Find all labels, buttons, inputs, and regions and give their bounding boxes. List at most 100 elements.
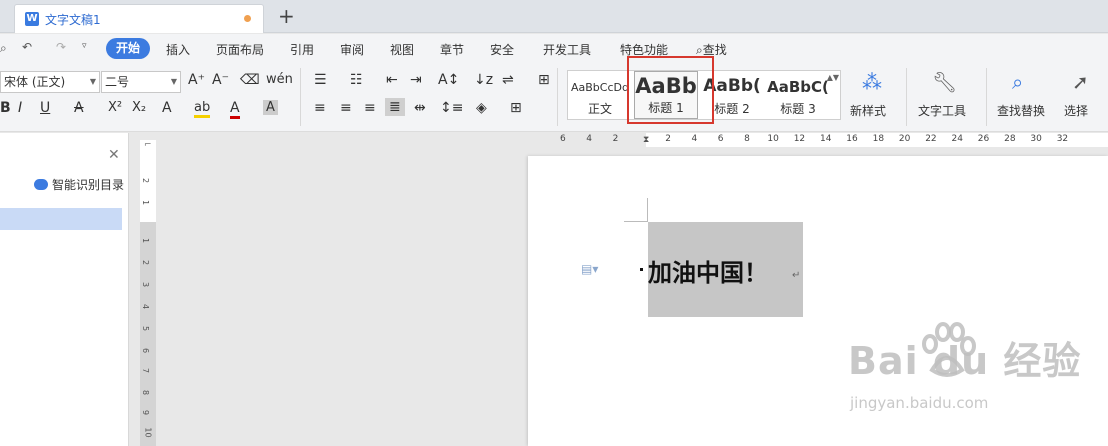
ruler-tick: 2 [612, 134, 619, 144]
highlight-icon[interactable]: ab [194, 100, 211, 118]
ruler-tick: 2 [141, 259, 151, 266]
search-icon: ⌕ [696, 43, 703, 57]
ruler-tick: 3 [141, 281, 151, 288]
style-normal[interactable]: AaBbCcDd 正文 [568, 71, 632, 119]
margin-corner-mark [647, 198, 648, 222]
document-tab[interactable]: W 文字文稿1 [14, 4, 264, 33]
chevron-down-icon: ▼ [170, 77, 177, 86]
new-tab-button[interactable]: + [278, 4, 295, 28]
ruler-tick: 30 [1030, 134, 1042, 144]
superscript-icon[interactable]: X² [108, 100, 122, 115]
tab-stop-icon[interactable]: ⌐ [144, 140, 152, 150]
phonetic-guide-icon[interactable]: wén [266, 72, 293, 87]
tab-bar: W 文字文稿1 + [0, 0, 1108, 33]
ruler-tick: 1 [141, 237, 151, 244]
find-replace-icon[interactable]: ⌕ [1012, 70, 1023, 94]
shrink-font-icon[interactable]: A⁻ [212, 72, 229, 88]
nav-selected-item[interactable] [0, 208, 122, 230]
ruler-tick: 4 [586, 134, 593, 144]
watermark-url: jingyan.baidu.com [850, 394, 989, 412]
text-effect-icon[interactable]: A [162, 100, 172, 116]
subscript-icon[interactable]: X₂ [132, 100, 146, 115]
ruler-tick: 24 [951, 134, 963, 144]
menu-review[interactable]: 审阅 [340, 41, 364, 58]
menu-insert[interactable]: 插入 [166, 41, 190, 58]
ruler-tick: 10 [143, 427, 153, 438]
char-shading-icon[interactable]: A [263, 100, 278, 115]
style-label: 正文 [587, 102, 612, 116]
ruler-tick: 4 [141, 303, 151, 310]
shading-icon[interactable]: ◈ [476, 100, 487, 116]
ruler-tick: 4 [691, 134, 698, 144]
style-label: 标题 3 [780, 102, 816, 116]
numbered-list-icon[interactable]: ☷ [350, 72, 363, 88]
italic-icon[interactable]: I [18, 100, 22, 116]
divider [986, 68, 987, 126]
quick-access-dropdown-icon[interactable]: ▿ [82, 41, 87, 51]
show-marks-icon[interactable]: ⊞ [538, 72, 550, 88]
style-heading-3[interactable]: AaBbC( 标题 3 [766, 71, 830, 119]
menu-view[interactable]: 视图 [390, 41, 414, 58]
cursor-icon[interactable]: ➚ [1072, 70, 1089, 94]
ruler-tick: 12 [793, 134, 806, 144]
find-replace-button[interactable]: 查找替换 [997, 102, 1045, 119]
gallery-scroll-icon[interactable]: ▲▼ [827, 73, 839, 82]
sort-icon[interactable]: ↓z [474, 72, 493, 88]
ruler-tick: 5 [141, 325, 151, 332]
ruler-tick: 18 [872, 134, 885, 144]
decrease-indent-icon[interactable]: ⇤ [386, 72, 398, 88]
font-name-value: 宋体 (正文) [4, 75, 66, 89]
strikethrough-icon[interactable]: A [74, 100, 84, 116]
wrench-icon[interactable]: 🔧︎ [932, 70, 957, 94]
zoom-icon[interactable]: ⌕ [0, 41, 7, 56]
menu-home[interactable]: 开始 [106, 38, 151, 59]
bullet-list-icon[interactable]: ☰ [314, 72, 327, 88]
select-button[interactable]: 选择 [1064, 102, 1088, 119]
underline-icon[interactable]: U [40, 100, 50, 116]
align-left-icon[interactable]: ≡ [314, 100, 326, 116]
align-right-icon[interactable]: ≡ [364, 100, 376, 116]
paragraph-layout-icon[interactable]: ▤▾ [581, 262, 598, 276]
wps-writer-icon: W [25, 12, 39, 26]
margin-corner-mark [624, 221, 648, 222]
document-tab-title: 文字文稿1 [45, 13, 101, 27]
menu-page-layout[interactable]: 页面布局 [216, 41, 264, 58]
increase-indent-icon[interactable]: ⇥ [410, 72, 422, 88]
close-icon[interactable]: ✕ [108, 147, 120, 163]
align-center-icon[interactable]: ≡ [340, 100, 352, 116]
document-page[interactable] [528, 156, 1108, 446]
menu-chapter[interactable]: 章节 [440, 41, 464, 58]
smart-toc-button[interactable]: 智能识别目录 [34, 176, 124, 193]
distribute-icon[interactable]: ⇹ [414, 100, 426, 116]
menu-developer[interactable]: 开发工具 [543, 41, 591, 58]
line-spacing-icon[interactable]: ⇌ [502, 72, 514, 88]
undo-icon[interactable]: ↶ [22, 40, 32, 54]
menu-security[interactable]: 安全 [490, 41, 514, 58]
paragraph-spacing-icon[interactable]: ↕≡ [440, 100, 463, 116]
font-size-select[interactable]: 二号 ▼ [101, 71, 181, 93]
borders-icon[interactable]: ⊞ [510, 100, 522, 116]
heading-bullet [640, 268, 643, 271]
divider [557, 68, 558, 126]
clear-format-icon[interactable]: ⌫ [240, 72, 260, 88]
menu-references[interactable]: 引用 [290, 41, 314, 58]
new-style-button[interactable]: 新样式 [850, 102, 886, 119]
redo-icon[interactable]: ↷ [56, 40, 66, 54]
document-heading[interactable]: 加油中国！ [648, 253, 768, 288]
ruler-tick: 28 [1004, 134, 1016, 144]
bold-icon[interactable]: B [0, 100, 11, 116]
font-size-value: 二号 [105, 75, 130, 89]
grow-font-icon[interactable]: A⁺ [188, 72, 205, 88]
indent-marker-icon[interactable]: ⧗ [643, 135, 649, 145]
text-tools-button[interactable]: 文字工具 [918, 102, 966, 119]
ruler-tick: 8 [141, 389, 151, 396]
font-color-icon[interactable]: A [230, 100, 240, 119]
text-direction-icon[interactable]: A↕ [438, 72, 459, 88]
divider [906, 68, 907, 126]
horizontal-ruler: ⧗ 6 4 2 2 4 6 8 10 12 14 16 18 20 22 24 26 28 30 32 [548, 133, 1108, 155]
menu-bar: ⌕ ↶ ↷ ▿ 开始 插入 页面布局 引用 审阅 视图 章节 安全 开发工具 特… [0, 34, 1108, 64]
justify-icon[interactable]: ≣ [385, 98, 405, 116]
new-style-icon[interactable]: ⁂ [862, 70, 882, 94]
ruler-tick: 6 [560, 134, 566, 144]
font-name-select[interactable]: 宋体 (正文) ▼ [0, 71, 100, 93]
